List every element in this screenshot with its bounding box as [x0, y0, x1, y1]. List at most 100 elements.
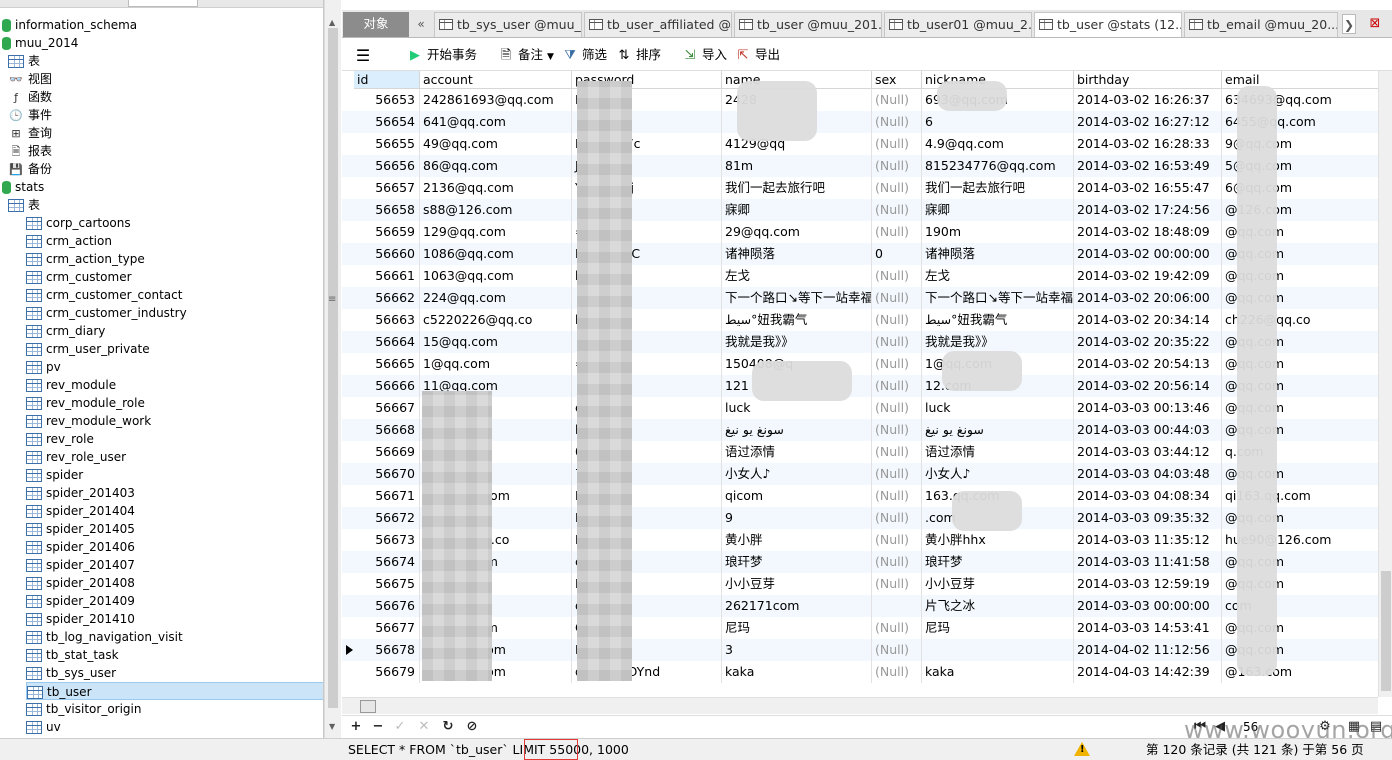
filter-button[interactable]: ⧩ 筛选 — [562, 46, 607, 64]
export-button[interactable]: ⇱ 导出 — [735, 46, 780, 64]
tree-node[interactable]: spider_201405 — [26, 520, 135, 538]
cell-sex[interactable]: (Null) — [872, 419, 922, 441]
cell-name[interactable]: 下一个路口↘等下一站幸福 — [722, 287, 872, 309]
cell-birthday[interactable]: 2014-03-03 00:13:46 — [1074, 397, 1222, 419]
cell-birthday[interactable]: 2014-03-02 17:24:56 — [1074, 199, 1222, 221]
cell-account[interactable]: 1063@qq.com — [420, 265, 572, 287]
table-row[interactable]: 56653242861693@qq.comNHpnM=2428(Null)693… — [342, 89, 1378, 111]
column-header-id[interactable]: id — [354, 71, 420, 89]
grid-horizontal-scrollbar[interactable] — [342, 697, 1378, 714]
cell-account[interactable]: s88@126.com — [420, 199, 572, 221]
scroll-down-icon[interactable]: ▼ — [329, 722, 335, 731]
tab-table[interactable]: tb_email @muu_20... — [1184, 12, 1338, 37]
tree-node[interactable]: spider_201406 — [26, 538, 135, 556]
tree-node[interactable]: rev_role_user — [26, 448, 126, 466]
cell-id[interactable]: 56669 — [354, 441, 420, 463]
cell-id[interactable]: 56659 — [354, 221, 420, 243]
cell-sex[interactable]: (Null) — [872, 397, 922, 419]
cell-birthday[interactable]: 2014-03-02 00:00:00 — [1074, 243, 1222, 265]
cell-nickname[interactable]: 815234776@qq.com — [922, 155, 1074, 177]
table-row[interactable]: 56662 224@qq.com 下一个路口↘等下一站幸福 (Null) 下一个路口↘等… — [342, 287, 1378, 309]
table-row[interactable]: 566572136@qq.comYpU6expj我们一起去旅行吧(Null)我们… — [342, 177, 1378, 199]
cell-birthday[interactable]: 2014-03-02 16:55:47 — [1074, 177, 1222, 199]
cell-birthday[interactable]: 2014-03-02 18:48:09 — [1074, 221, 1222, 243]
refresh-icon[interactable]: ↻ — [440, 719, 456, 735]
cell-sex[interactable] — [872, 595, 922, 617]
table-row[interactable]: 566701@qq.com729小女人♪(Null)小女人♪2014-03-03… — [342, 463, 1378, 485]
cell-nickname[interactable]: 片飞之冰 — [922, 595, 1074, 617]
tree-node[interactable]: rev_module — [26, 376, 116, 394]
cell-nickname[interactable]: 190m — [922, 221, 1074, 243]
cell-sex[interactable]: (Null) — [872, 441, 922, 463]
tree-node[interactable]: corp_cartoons — [26, 214, 131, 232]
tree-node[interactable]: stats — [0, 178, 44, 196]
table-row[interactable]: 56678198@qq.comE3(Null)2014-04-02 11:12:… — [342, 639, 1378, 661]
cell-id[interactable]: 56677 — [354, 617, 420, 639]
cell-account[interactable]: 1086@qq.com — [420, 243, 572, 265]
cell-id[interactable]: 56653 — [354, 89, 420, 111]
tab-table[interactable]: tb_user @muu_201... — [734, 12, 882, 37]
cell-birthday[interactable]: 2014-03-02 16:28:33 — [1074, 133, 1222, 155]
tab-table[interactable]: tb_user01 @muu_2... — [884, 12, 1032, 37]
column-header-sex[interactable]: sex — [872, 71, 922, 89]
cell-name[interactable]: 左戈 — [722, 265, 872, 287]
tree-node[interactable]: pv — [26, 358, 61, 376]
data-grid[interactable]: id account password name sex nickname birthday… — [342, 71, 1378, 687]
column-header-birthday[interactable]: birthday — [1074, 71, 1222, 89]
table-row[interactable]: 5667943@163.comqYD0uj5OYndkaka(Null)kaka… — [342, 661, 1378, 683]
tree-node[interactable]: spider_201408 — [26, 574, 135, 592]
tree-scroll-thumb[interactable] — [328, 28, 338, 708]
cell-id[interactable]: 56662 — [354, 287, 420, 309]
cell-birthday[interactable]: 2014-03-03 00:44:03 — [1074, 419, 1222, 441]
cell-account[interactable]: 1@qq.com — [420, 353, 572, 375]
column-header-account[interactable]: account — [420, 71, 572, 89]
cell-sex[interactable]: (Null) — [872, 353, 922, 375]
cell-name[interactable]: 寐卿 — [722, 199, 872, 221]
cell-sex[interactable]: (Null) — [872, 375, 922, 397]
cell-name[interactable]: 琅玕梦 — [722, 551, 872, 573]
cell-id[interactable]: 56656 — [354, 155, 420, 177]
tree-node[interactable]: crm_customer_contact — [26, 286, 182, 304]
cell-sex[interactable]: (Null) — [872, 177, 922, 199]
cell-name[interactable]: 29@qq.com — [722, 221, 872, 243]
cell-sex[interactable]: (Null) — [872, 199, 922, 221]
cell-name[interactable]: 诸神陨落 — [722, 243, 872, 265]
cell-nickname[interactable]: 寐卿 — [922, 199, 1074, 221]
tree-node[interactable]: tb_sys_user — [26, 664, 116, 682]
cell-id[interactable]: 56672 — [354, 507, 420, 529]
tab-table[interactable]: tb_user_affiliated @... — [584, 12, 732, 37]
table-row[interactable]: 56664 15@qq.com 我就是我》》 (Null) 我就是我》》 2014-03-… — [342, 331, 1378, 353]
tree-header-tab[interactable] — [128, 0, 198, 7]
menu-icon[interactable]: ☰ — [355, 46, 375, 64]
table-row[interactable]: 566651@qq.com=150408@q(Null)1@qq.com2014… — [342, 353, 1378, 375]
cell-sex[interactable]: (Null) — [872, 133, 922, 155]
table-row[interactable]: 56658 s88@126.com 寐卿 (Null) 寐卿 2014-03-02 17:… — [342, 199, 1378, 221]
cell-sex[interactable]: (Null) — [872, 551, 922, 573]
cell-birthday[interactable]: 2014-03-03 03:44:12 — [1074, 441, 1222, 463]
cell-birthday[interactable]: 2014-03-02 20:06:00 — [1074, 287, 1222, 309]
cell-sex[interactable]: (Null) — [872, 111, 922, 133]
table-row[interactable]: 566725@qq.comBIA9(Null).com2014-03-03 09… — [342, 507, 1378, 529]
cell-name[interactable]: kaka — [722, 661, 872, 683]
table-row[interactable]: 566762@qq.comqM262171com片飞之冰2014-03-03 0… — [342, 595, 1378, 617]
cell-name[interactable]: سيط°妞我霸气 — [722, 309, 872, 331]
table-row[interactable]: 56673ge90@126.coRH黄小胖(Null)黄小胖hhx2014-03… — [342, 529, 1378, 551]
cell-id[interactable]: 56671 — [354, 485, 420, 507]
tree-node[interactable]: 🕒 事件 — [8, 106, 52, 124]
cell-sex[interactable]: (Null) — [872, 265, 922, 287]
cell-sex[interactable]: (Null) — [872, 485, 922, 507]
table-row[interactable]: 56659129@qq.com=29@qq.com(Null)190m2014-… — [342, 221, 1378, 243]
tree-node[interactable]: spider — [26, 466, 83, 484]
cell-nickname[interactable]: 左戈 — [922, 265, 1074, 287]
cell-name[interactable]: سونغ يو نيغ — [722, 419, 872, 441]
tree-node[interactable]: 表 — [8, 52, 40, 70]
object-tree[interactable]: information_schema muu_2014 表 👓 视图 ƒ 函数 🕒 事件 ⊞ 查询 🗎… — [0, 0, 324, 738]
cell-nickname[interactable]: 黄小胖hhx — [922, 529, 1074, 551]
tree-node[interactable]: 表 — [8, 196, 40, 214]
cell-nickname[interactable]: 小女人♪ — [922, 463, 1074, 485]
cell-birthday[interactable]: 2014-03-03 11:41:58 — [1074, 551, 1222, 573]
cell-name[interactable]: 小女人♪ — [722, 463, 872, 485]
cell-nickname[interactable]: kaka — [922, 661, 1074, 683]
cell-sex[interactable]: (Null) — [872, 529, 922, 551]
delete-record-icon[interactable]: − — [370, 719, 386, 735]
